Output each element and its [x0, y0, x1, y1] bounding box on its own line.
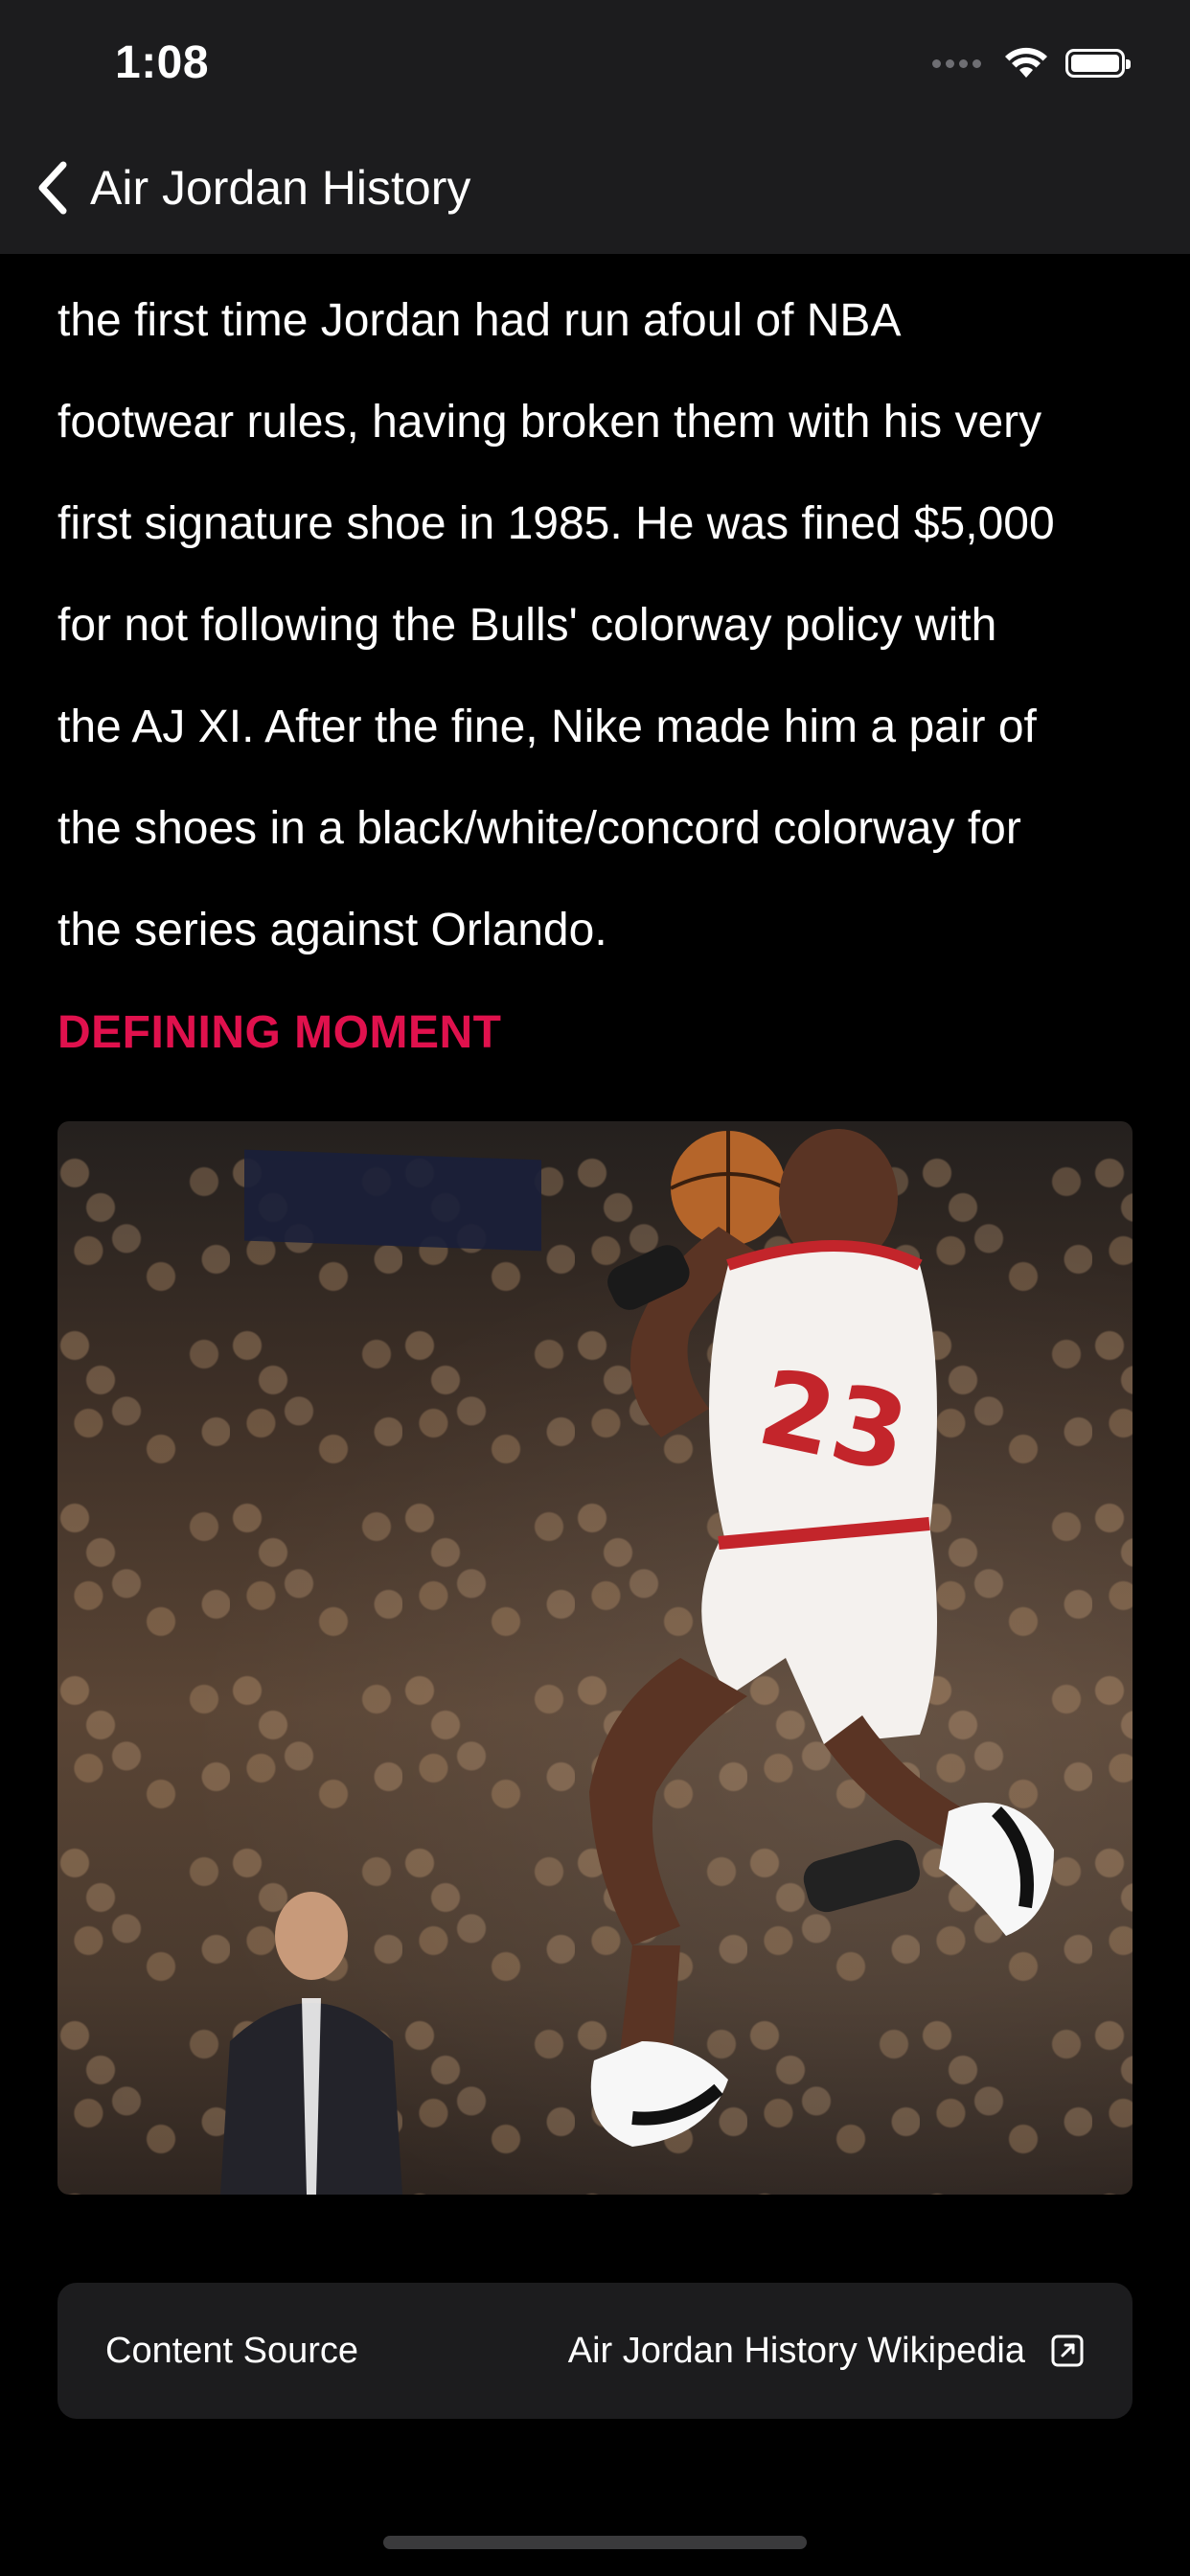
article-line: the shoes in a black/white/concord color…	[57, 803, 1021, 854]
article-body: the first time Jordan had run afoul of N…	[57, 270, 1140, 981]
wikipedia-link-text: Air Jordan History Wikipedia	[567, 2330, 1025, 2371]
nav-title: Air Jordan History	[90, 161, 471, 215]
article-line: footwear rules, having broken them with …	[57, 397, 1042, 448]
article-line: the series against Orlando.	[57, 905, 607, 955]
content-source-card: Content Source Air Jordan History Wikipe…	[57, 2283, 1133, 2419]
basketball-player-illustration: 23	[220, 1129, 1054, 2195]
external-link-icon	[1051, 2334, 1084, 2367]
article-line: the AJ XI. After the fine, Nike made him…	[57, 702, 1037, 752]
home-indicator[interactable]	[383, 2536, 807, 2549]
wikipedia-link[interactable]: Air Jordan History Wikipedia	[568, 2331, 1085, 2372]
content-source-label: Content Source	[105, 2330, 359, 2371]
section-heading: DEFINING MOMENT	[57, 1007, 502, 1058]
article-line: for not following the Bulls' colorway po…	[57, 600, 997, 651]
defining-moment-photo: 23	[57, 1121, 1133, 2195]
article-line: the first time Jordan had run afoul of N…	[57, 295, 902, 346]
status-icons	[932, 42, 1131, 84]
wifi-icon	[1005, 47, 1047, 78]
back-button[interactable]: Air Jordan History	[33, 153, 470, 222]
chevron-left-icon	[38, 161, 67, 215]
top-bar: 1:08 Air Jordan History	[0, 0, 1190, 254]
article-line: first signature shoe in 1985. He was fin…	[57, 498, 1055, 549]
cellular-signal-icon	[932, 58, 981, 68]
status-time: 1:08	[115, 37, 210, 88]
battery-icon	[1065, 49, 1131, 78]
